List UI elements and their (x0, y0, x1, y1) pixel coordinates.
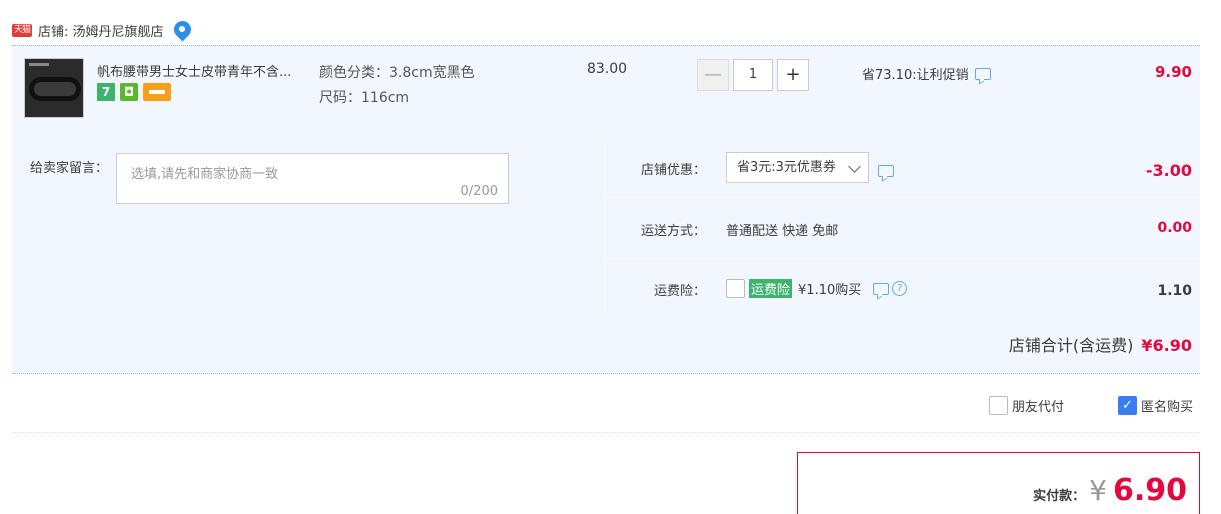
promo-comment-icon[interactable] (974, 67, 991, 80)
payment-currency: ¥ (1089, 474, 1107, 507)
message-char-count: 0/200 (460, 184, 498, 199)
shipping-method: 普通配送 快递 免邮 (726, 224, 839, 239)
anonymous-label: 匿名购买 (1141, 400, 1194, 415)
shipping-row: 运送方式： 普通配送 快递 免邮 0.00 (606, 198, 1200, 259)
tmall-logo-icon: 天猫 (12, 23, 32, 37)
payment-options: 朋友代付 ✓ 匿名购买 (12, 376, 1200, 433)
anonymous-option[interactable]: ✓ 匿名购买 (1118, 396, 1193, 415)
chevron-down-icon (848, 160, 861, 173)
insurance-price: ¥1.10购买 (798, 283, 862, 298)
friend-pay-label: 朋友代付 (1012, 400, 1065, 415)
message-label: 给卖家留言： (30, 161, 109, 176)
help-icon[interactable]: ? (892, 281, 908, 296)
qty-input[interactable]: 1 (733, 59, 773, 91)
shop-total-amount: ¥6.90 (1141, 336, 1192, 355)
shop-coupon-row: 店铺优惠： 省3元:3元优惠券 -3.00 (606, 137, 1200, 198)
unit-price: 83.00 (587, 61, 628, 77)
shop-header: 天猫 店铺: 汤姆丹尼旗舰店 (12, 16, 195, 44)
order-item-row: 帆布腰带男士女士皮带青年不含... 7 ◘ 颜色分类：3.8cm宽黑色 尺码：1… (12, 45, 1200, 137)
message-placeholder: 选填,请先和商家协商一致 (131, 167, 279, 182)
promotion-info: 省73.10:让利促销 (862, 64, 991, 83)
order-options: 给卖家留言： 选填,请先和商家协商一致 0/200 店铺优惠： 省3元:3元优惠… (12, 137, 1200, 374)
coupon-selected-value: 省3元:3元优惠券 (737, 160, 836, 175)
insurance-amount: 1.10 (1157, 283, 1192, 299)
insurance-tag: 运费险 (749, 279, 793, 298)
coupon-select[interactable]: 省3元:3元优惠券 (726, 152, 869, 183)
seller-message-area: 给卖家留言： 选填,请先和商家协商一致 0/200 (12, 137, 606, 312)
item-subtotal: 9.90 (1154, 63, 1192, 81)
payment-summary: 实付款： ¥ 6.90 (797, 452, 1200, 514)
wangwang-chat-icon[interactable] (169, 17, 195, 42)
sku-size: 尺码：116cm (319, 90, 410, 106)
item-service-badges: 7 ◘ (97, 83, 171, 101)
credit-card-icon (143, 83, 171, 101)
shipping-insurance-row: 运费险： 运费险 ¥1.10购买 ? 1.10 (606, 259, 1200, 312)
payment-amount: 6.90 (1112, 473, 1187, 508)
quantity-stepper: — 1 + (697, 59, 809, 91)
friend-pay-option[interactable]: 朋友代付 (989, 396, 1064, 415)
friend-pay-checkbox[interactable] (989, 396, 1008, 415)
promotion-text: 省73.10:让利促销 (862, 68, 969, 83)
shop-coupon-amount: -3.00 (1145, 161, 1192, 180)
seven-day-return-icon: 7 (97, 83, 115, 101)
message-textarea[interactable]: 选填,请先和商家协商一致 0/200 (116, 153, 509, 204)
guarantee-icon: ◘ (120, 83, 138, 101)
insurance-label: 运费险： (653, 284, 706, 299)
sku-color: 颜色分类：3.8cm宽黑色 (319, 65, 475, 81)
qty-decrease-button[interactable]: — (697, 59, 729, 91)
coupon-comment-icon[interactable] (877, 165, 894, 177)
qty-increase-button[interactable]: + (777, 59, 809, 91)
insurance-comment-icon[interactable] (873, 282, 890, 295)
shipping-label: 运送方式： (640, 224, 706, 239)
shop-total-label: 店铺合计(含运费) (1008, 336, 1134, 355)
insurance-checkbox[interactable] (726, 279, 745, 298)
shop-name-link[interactable]: 店铺: 汤姆丹尼旗舰店 (38, 21, 164, 40)
shipping-amount: 0.00 (1157, 220, 1192, 236)
item-sku: 颜色分类：3.8cm宽黑色 尺码：116cm (319, 61, 475, 111)
shop-coupon-label: 店铺优惠： (640, 163, 706, 178)
item-thumbnail[interactable] (24, 58, 84, 118)
shop-total: 店铺合计(含运费) ¥6.90 (1009, 332, 1192, 356)
anonymous-checkbox[interactable]: ✓ (1118, 396, 1137, 415)
item-title-link[interactable]: 帆布腰带男士女士皮带青年不含... (97, 61, 291, 80)
payment-label: 实付款： (1033, 489, 1086, 504)
